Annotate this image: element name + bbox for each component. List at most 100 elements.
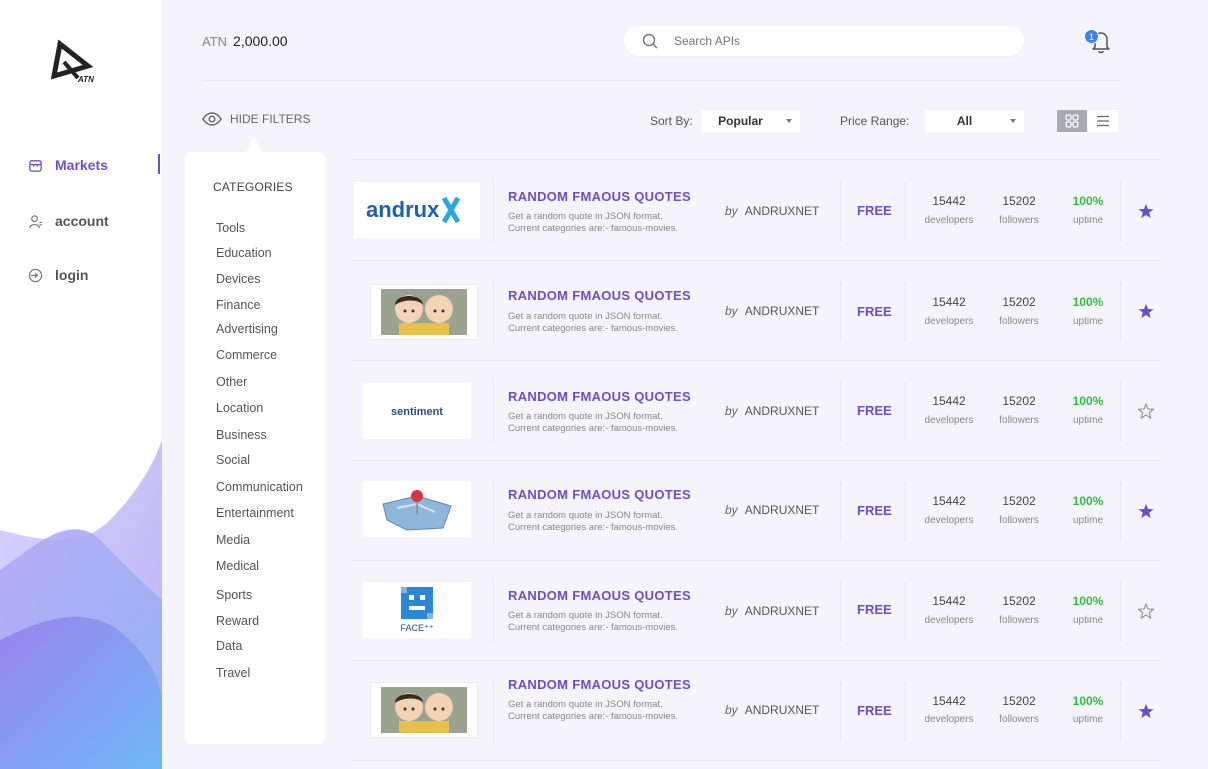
sort-value: Popular [718,114,763,128]
api-author: by ANDRUXNET [725,703,819,717]
category-item[interactable]: Sports [216,588,252,602]
category-item[interactable]: Education [216,246,272,260]
search-bar[interactable] [624,26,1024,56]
category-item[interactable]: Commerce [216,348,277,362]
by-prefix: by [725,503,738,517]
star-filled-icon[interactable] [1138,303,1154,319]
developers-count: 15442 [932,295,966,309]
api-price: FREE [857,703,892,718]
api-row[interactable]: RANDOM FMAOUS QUOTES Get a random quote … [352,461,1160,561]
api-author: by ANDRUXNET [725,604,819,618]
decorative-waves [0,440,162,769]
divider [1120,481,1121,541]
api-description: Get a random quote in JSON format. Curren… [508,610,718,634]
api-title[interactable]: RANDOM FMAOUS QUOTES [508,487,691,502]
uptime-label: uptime [1072,215,1103,226]
star-outline-icon[interactable] [1138,403,1154,419]
star-outline-icon[interactable] [1138,603,1154,619]
by-prefix: by [725,304,738,318]
sidebar-item-markets[interactable]: Markets [28,157,108,173]
api-row[interactable]: FACE⁺⁺ RANDOM FMAOUS QUOTES Get a random… [352,561,1160,661]
map-pin-image [363,481,471,537]
hide-filters-label: HIDE FILTERS [230,112,311,126]
followers-count: 15202 [1002,394,1036,408]
desc-line: Current categories are:- famous-movies. [508,223,679,234]
divider [905,581,906,641]
developers-label: developers [924,714,974,725]
developers-count: 15442 [932,494,966,508]
thumb-text: sentiment [391,406,443,418]
sidebar-item-login[interactable]: login [28,267,88,283]
api-title[interactable]: RANDOM FMAOUS QUOTES [508,189,691,204]
desc-line: Get a random quote in JSON format. [508,411,663,422]
api-title[interactable]: RANDOM FMAOUS QUOTES [508,288,691,303]
api-title[interactable]: RANDOM FMAOUS QUOTES [508,389,691,404]
followers-count: 15202 [1002,594,1036,608]
category-item[interactable]: Communication [216,480,303,494]
desc-line: Current categories are:- famous-movies. [508,522,679,533]
author-name[interactable]: ANDRUXNET [745,703,820,717]
category-item[interactable]: Media [216,533,250,547]
sidebar-item-account[interactable]: account [28,213,109,229]
active-indicator [158,154,160,174]
category-item[interactable]: Social [216,453,250,467]
grid-view-button[interactable] [1057,110,1087,132]
author-name[interactable]: ANDRUXNET [745,604,820,618]
search-input[interactable] [674,34,974,48]
api-row[interactable]: sentiment RANDOM FMAOUS QUOTES Get a ran… [352,361,1160,461]
author-name[interactable]: ANDRUXNET [745,204,820,218]
category-item[interactable]: Business [216,428,267,442]
price-range-select[interactable]: All [925,110,1024,132]
api-row[interactable]: andrux RANDOM FMAOUS QUOTES Get a random… [352,161,1160,261]
category-item[interactable]: Travel [216,666,250,680]
category-item[interactable]: Location [216,401,263,415]
category-item[interactable]: Entertainment [216,506,294,520]
api-title[interactable]: RANDOM FMAOUS QUOTES [508,588,691,603]
notification-badge: 1 [1084,29,1099,44]
desc-line: Get a random quote in JSON format. [508,699,663,710]
category-item[interactable]: Other [216,375,247,389]
atn-logo[interactable]: ATN [50,38,102,86]
search-icon [642,33,658,49]
category-item[interactable]: Devices [216,272,260,286]
thumb-text: FACE⁺⁺ [400,623,433,633]
divider [1120,581,1121,641]
category-item[interactable]: Advertising [216,322,278,336]
sort-select[interactable]: Popular [701,110,800,132]
list-view-button[interactable] [1088,110,1118,132]
followers-label: followers [999,714,1039,725]
author-name[interactable]: ANDRUXNET [745,404,820,418]
price-range-value: All [956,114,973,128]
divider [905,281,906,341]
api-title[interactable]: RANDOM FMAOUS QUOTES [508,677,691,692]
sort-label: Sort By: [650,114,693,128]
divider [840,181,841,241]
desc-line: Get a random quote in JSON format. [508,510,663,521]
store-icon [29,159,42,172]
api-author: by ANDRUXNET [725,204,819,218]
uptime-value: 100% [1072,594,1104,608]
author-name[interactable]: ANDRUXNET [745,503,820,517]
divider [840,681,841,741]
category-item[interactable]: Medical [216,559,259,573]
author-name[interactable]: ANDRUXNET [745,304,820,318]
star-filled-icon[interactable] [1138,703,1154,719]
divider [1120,381,1121,441]
category-item[interactable]: Finance [216,298,260,312]
category-item[interactable]: Reward [216,614,259,628]
developers-count: 15442 [932,594,966,608]
api-price: FREE [857,403,892,418]
api-author: by ANDRUXNET [725,304,819,318]
developers-label: developers [924,316,974,327]
category-item[interactable]: Data [216,639,242,653]
star-filled-icon[interactable] [1138,203,1154,219]
hide-filters-button[interactable]: HIDE FILTERS [202,112,310,126]
followers-label: followers [999,215,1039,226]
api-price: FREE [857,503,892,518]
star-filled-icon[interactable] [1138,503,1154,519]
desc-line: Get a random quote in JSON format. [508,311,663,322]
api-row[interactable]: RANDOM FMAOUS QUOTES Get a random quote … [352,661,1160,761]
api-row[interactable]: RANDOM FMAOUS QUOTES Get a random quote … [352,261,1160,361]
category-item[interactable]: Tools [216,221,245,235]
divider [493,281,494,341]
